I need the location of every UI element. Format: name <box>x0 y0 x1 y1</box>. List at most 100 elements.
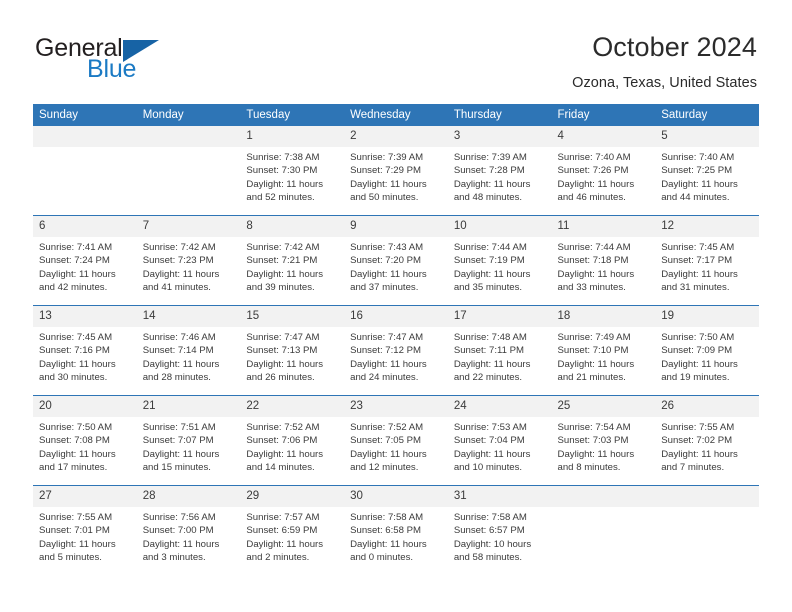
calendar-day-cell[interactable]: 15 Sunrise: 7:47 AM Sunset: 7:13 PM Dayligh… <box>240 305 345 396</box>
daylight-text: Daylight: 11 hours and 0 minutes. <box>350 538 427 563</box>
sunrise-text: Sunrise: 7:58 AM <box>350 512 424 523</box>
daylight-text: Daylight: 11 hours and 7 minutes. <box>661 448 738 473</box>
day-details: Sunrise: 7:46 AM Sunset: 7:14 PM Daylight:… <box>137 327 241 384</box>
calendar-day-cell-empty <box>136 126 241 216</box>
sunset-text: Sunset: 6:57 PM <box>453 525 525 537</box>
sunrise-text: Sunrise: 7:43 AM <box>350 242 424 253</box>
calendar-day-cell[interactable]: 12 Sunrise: 7:45 AM Sunset: 7:17 PM Dayligh… <box>655 215 759 306</box>
general-blue-logo: General Blue <box>35 34 215 84</box>
sunrise-text: Sunrise: 7:58 AM <box>453 512 527 523</box>
calendar-day-cell[interactable]: 19 Sunrise: 7:50 AM Sunset: 7:09 PM Dayligh… <box>655 305 759 396</box>
sunset-text: Sunset: 7:07 PM <box>142 435 214 447</box>
calendar-day-cell[interactable]: 23 Sunrise: 7:52 AM Sunset: 7:05 PM Dayligh… <box>344 395 448 486</box>
day-number: 28 <box>136 486 241 507</box>
day-details: Sunrise: 7:39 AM Sunset: 7:29 PM Daylight:… <box>344 147 448 204</box>
day-number: 18 <box>551 306 656 327</box>
calendar-day-cell[interactable]: 7 Sunrise: 7:42 AM Sunset: 7:23 PM Daylight… <box>136 215 241 306</box>
calendar-day-cell[interactable]: 2 Sunrise: 7:39 AM Sunset: 7:29 PM Daylight… <box>344 126 448 216</box>
sunset-text: Sunset: 7:28 PM <box>453 165 525 177</box>
calendar-day-cell[interactable]: 9 Sunrise: 7:43 AM Sunset: 7:20 PM Daylight… <box>344 215 448 306</box>
calendar-day-cell[interactable]: 3 Sunrise: 7:39 AM Sunset: 7:28 PM Daylight… <box>447 126 552 216</box>
calendar-day-cell-empty <box>33 126 137 216</box>
day-number: 25 <box>551 396 656 417</box>
calendar-day-cell[interactable]: 13 Sunrise: 7:45 AM Sunset: 7:16 PM Dayligh… <box>33 305 137 396</box>
calendar-day-cell[interactable]: 14 Sunrise: 7:46 AM Sunset: 7:14 PM Dayligh… <box>136 305 241 396</box>
sunrise-text: Sunrise: 7:55 AM <box>39 512 113 523</box>
sunset-text: Sunset: 7:16 PM <box>39 345 110 357</box>
day-details: Sunrise: 7:53 AM Sunset: 7:04 PM Daylight:… <box>448 417 552 474</box>
calendar-week-row: 1 Sunrise: 7:38 AM Sunset: 7:30 PM Daylight… <box>33 126 759 216</box>
calendar-page: General Blue October 2024 Ozona, Texas, … <box>0 0 792 612</box>
sunset-text: Sunset: 7:08 PM <box>39 435 110 447</box>
sunrise-text: Sunrise: 7:51 AM <box>142 422 216 433</box>
day-number: 2 <box>344 126 448 147</box>
calendar-day-cell[interactable]: 5 Sunrise: 7:40 AM Sunset: 7:25 PM Daylight… <box>655 126 759 216</box>
sunset-text: Sunset: 7:05 PM <box>350 435 422 447</box>
day-details: Sunrise: 7:51 AM Sunset: 7:07 PM Daylight:… <box>137 417 241 474</box>
calendar-day-cell[interactable]: 31 Sunrise: 7:58 AM Sunset: 6:57 PM Dayligh… <box>447 485 552 575</box>
day-details: Sunrise: 7:54 AM Sunset: 7:03 PM Daylight:… <box>552 417 656 474</box>
day-number: 17 <box>447 306 552 327</box>
day-number: 13 <box>33 306 137 327</box>
sunrise-text: Sunrise: 7:40 AM <box>557 152 631 163</box>
day-details: Sunrise: 7:40 AM Sunset: 7:26 PM Daylight:… <box>552 147 656 204</box>
calendar-day-cell[interactable]: 28 Sunrise: 7:56 AM Sunset: 7:00 PM Dayligh… <box>136 485 241 575</box>
daylight-text: Daylight: 11 hours and 26 minutes. <box>246 358 324 383</box>
calendar-day-cell[interactable]: 4 Sunrise: 7:40 AM Sunset: 7:26 PM Daylight… <box>551 126 656 216</box>
day-number: 8 <box>240 216 345 237</box>
calendar-day-cell[interactable]: 11 Sunrise: 7:44 AM Sunset: 7:18 PM Dayligh… <box>551 215 656 306</box>
sunset-text: Sunset: 7:10 PM <box>557 345 629 357</box>
calendar-day-cell[interactable]: 26 Sunrise: 7:55 AM Sunset: 7:02 PM Dayligh… <box>655 395 759 486</box>
day-details: Sunrise: 7:39 AM Sunset: 7:28 PM Daylight:… <box>448 147 552 204</box>
calendar-week-row: 27 Sunrise: 7:55 AM Sunset: 7:01 PM Dayligh… <box>33 485 759 575</box>
daylight-text: Daylight: 11 hours and 3 minutes. <box>142 538 220 563</box>
sunset-text: Sunset: 7:23 PM <box>142 255 214 267</box>
sunset-text: Sunset: 7:03 PM <box>557 435 629 447</box>
calendar-day-cell[interactable]: 27 Sunrise: 7:55 AM Sunset: 7:01 PM Dayligh… <box>33 485 137 575</box>
day-number: 21 <box>136 396 241 417</box>
calendar-day-cell[interactable]: 6 Sunrise: 7:41 AM Sunset: 7:24 PM Daylight… <box>33 215 137 306</box>
day-details: Sunrise: 7:56 AM Sunset: 7:00 PM Daylight:… <box>137 507 241 564</box>
day-number: 23 <box>344 396 448 417</box>
day-number: 14 <box>136 306 241 327</box>
calendar-day-cell[interactable]: 22 Sunrise: 7:52 AM Sunset: 7:06 PM Dayligh… <box>240 395 345 486</box>
sunset-text: Sunset: 7:30 PM <box>246 165 318 177</box>
daylight-text: Daylight: 11 hours and 30 minutes. <box>39 358 116 383</box>
sunset-text: Sunset: 7:00 PM <box>142 525 214 537</box>
day-number: 19 <box>655 306 759 327</box>
sunrise-text: Sunrise: 7:39 AM <box>453 152 527 163</box>
sunset-text: Sunset: 7:04 PM <box>453 435 525 447</box>
day-details: Sunrise: 7:58 AM Sunset: 6:57 PM Daylight:… <box>448 507 552 564</box>
calendar-day-cell[interactable]: 24 Sunrise: 7:53 AM Sunset: 7:04 PM Dayligh… <box>447 395 552 486</box>
day-number: 6 <box>33 216 137 237</box>
sunrise-text: Sunrise: 7:54 AM <box>557 422 631 433</box>
day-number: 31 <box>447 486 552 507</box>
sunset-text: Sunset: 7:20 PM <box>350 255 422 267</box>
sunrise-text: Sunrise: 7:48 AM <box>453 332 527 343</box>
weekday-header-thursday: Thursday <box>447 104 552 126</box>
daylight-text: Daylight: 11 hours and 12 minutes. <box>350 448 427 473</box>
calendar-day-cell[interactable]: 29 Sunrise: 7:57 AM Sunset: 6:59 PM Dayligh… <box>240 485 345 575</box>
calendar-day-cell[interactable]: 16 Sunrise: 7:47 AM Sunset: 7:12 PM Dayligh… <box>344 305 448 396</box>
daylight-text: Daylight: 11 hours and 42 minutes. <box>39 268 116 293</box>
weekday-header-wednesday: Wednesday <box>344 104 448 126</box>
sunrise-text: Sunrise: 7:47 AM <box>246 332 320 343</box>
calendar-day-cell[interactable]: 30 Sunrise: 7:58 AM Sunset: 6:58 PM Dayligh… <box>344 485 448 575</box>
calendar-day-cell[interactable]: 21 Sunrise: 7:51 AM Sunset: 7:07 PM Dayligh… <box>136 395 241 486</box>
sunrise-text: Sunrise: 7:46 AM <box>142 332 216 343</box>
sunset-text: Sunset: 7:13 PM <box>246 345 318 357</box>
day-details: Sunrise: 7:55 AM Sunset: 7:02 PM Daylight:… <box>655 417 759 474</box>
calendar-day-cell[interactable]: 8 Sunrise: 7:42 AM Sunset: 7:21 PM Daylight… <box>240 215 345 306</box>
daylight-text: Daylight: 10 hours and 58 minutes. <box>453 538 532 563</box>
calendar-day-cell[interactable]: 25 Sunrise: 7:54 AM Sunset: 7:03 PM Dayligh… <box>551 395 656 486</box>
calendar-day-cell[interactable]: 20 Sunrise: 7:50 AM Sunset: 7:08 PM Dayligh… <box>33 395 137 486</box>
calendar-day-cell[interactable]: 10 Sunrise: 7:44 AM Sunset: 7:19 PM Dayligh… <box>447 215 552 306</box>
calendar-day-cell[interactable]: 1 Sunrise: 7:38 AM Sunset: 7:30 PM Daylight… <box>240 126 345 216</box>
day-number: 15 <box>240 306 345 327</box>
sunrise-text: Sunrise: 7:52 AM <box>350 422 424 433</box>
sunset-text: Sunset: 7:17 PM <box>661 255 733 267</box>
calendar-day-cell[interactable]: 17 Sunrise: 7:48 AM Sunset: 7:11 PM Dayligh… <box>447 305 552 396</box>
calendar-day-cell[interactable]: 18 Sunrise: 7:49 AM Sunset: 7:10 PM Dayligh… <box>551 305 656 396</box>
day-number: 27 <box>33 486 137 507</box>
day-number: 30 <box>344 486 448 507</box>
